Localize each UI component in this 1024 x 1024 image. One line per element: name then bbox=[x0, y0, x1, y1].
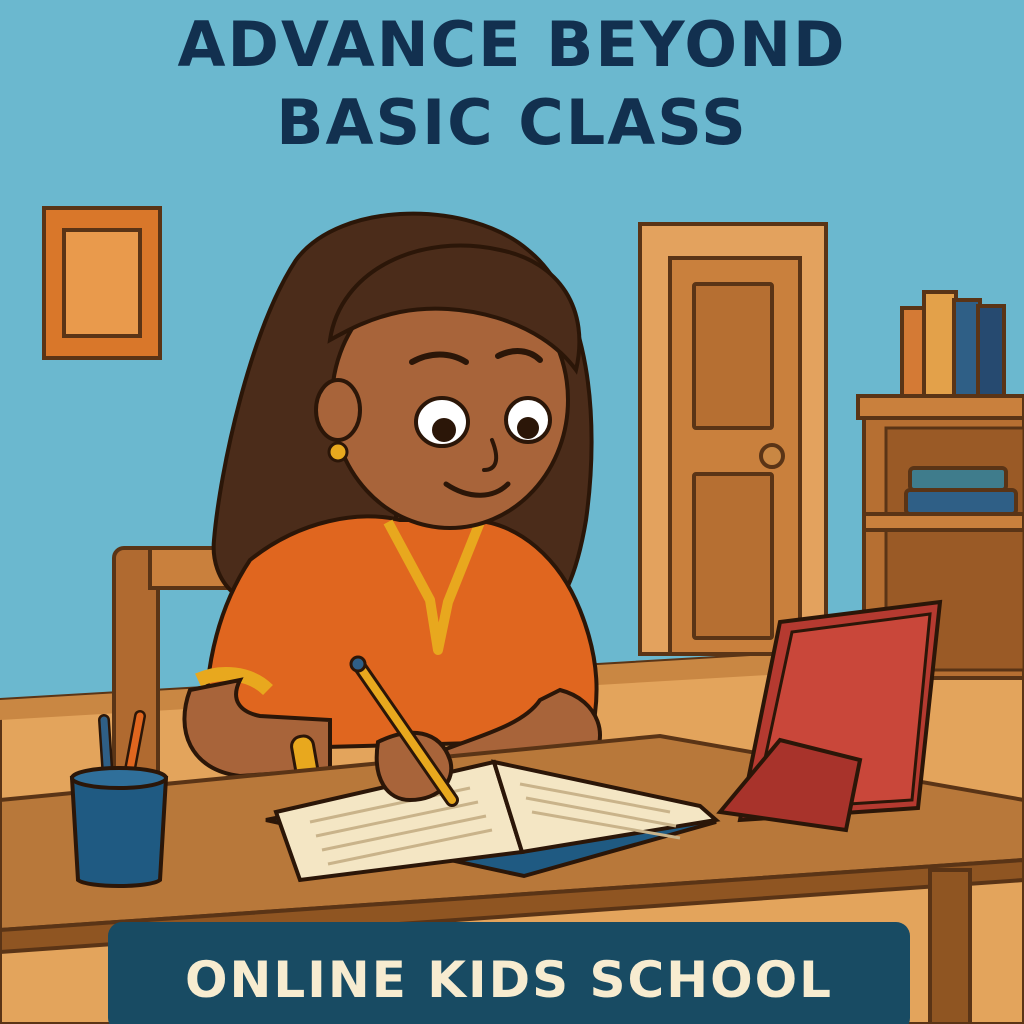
poster: ADVANCE BEYOND BASIC CLASS ONLINE KIDS S… bbox=[0, 0, 1024, 1024]
school-banner: ONLINE KIDS SCHOOL bbox=[108, 922, 910, 1024]
title-line-2: BASIC CLASS bbox=[276, 86, 748, 159]
banner-label: ONLINE KIDS SCHOOL bbox=[185, 951, 833, 1009]
earring bbox=[327, 441, 349, 463]
picture-frame bbox=[42, 206, 162, 360]
title-line-1: ADVANCE BEYOND bbox=[177, 8, 847, 81]
page-title: ADVANCE BEYOND BASIC CLASS bbox=[0, 6, 1024, 162]
door bbox=[638, 222, 828, 656]
